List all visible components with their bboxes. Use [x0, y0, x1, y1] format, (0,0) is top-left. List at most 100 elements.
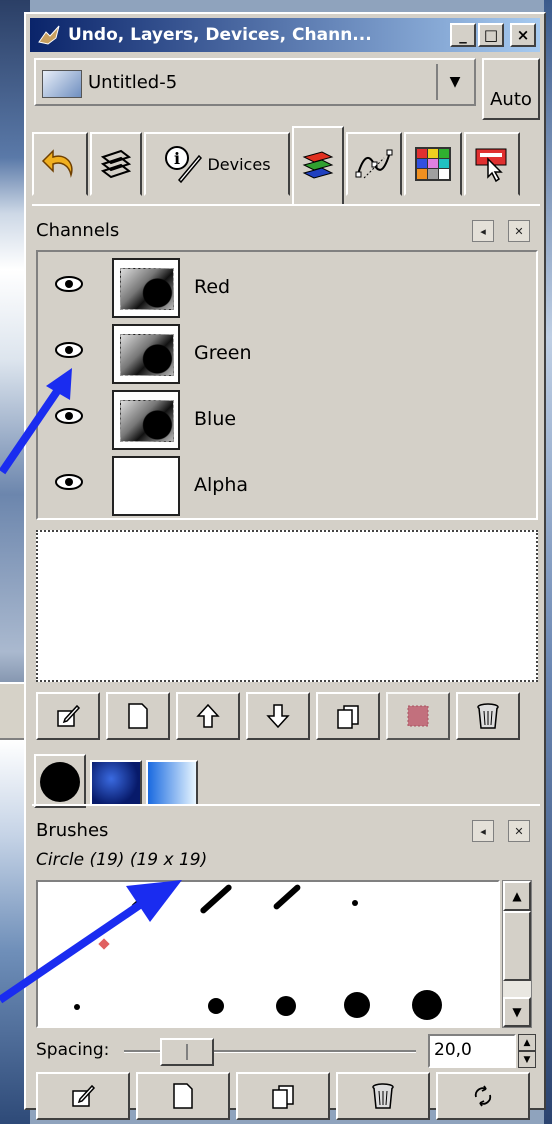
channel-thumbnail [112, 258, 180, 318]
title-bar[interactable]: Undo, Layers, Devices, Chann... _ □ × [30, 18, 540, 52]
channel-thumbnail [112, 456, 180, 516]
refresh-icon [474, 1085, 492, 1107]
visibility-eye-icon[interactable] [54, 274, 84, 294]
lower-channel-button[interactable] [246, 692, 310, 740]
edit-channel-button[interactable] [36, 692, 100, 740]
spin-down-icon[interactable]: ▼ [518, 1051, 536, 1068]
image-selector[interactable]: Untitled-5 ▼ [34, 58, 476, 106]
edit-icon [72, 1084, 96, 1107]
dropdown-arrow-icon[interactable]: ▼ [436, 64, 472, 100]
tab-gradients[interactable] [146, 760, 198, 806]
scrollbar-thumb[interactable] [503, 911, 531, 981]
layers-icon [100, 149, 132, 179]
devices-icon: i [165, 146, 203, 184]
minimize-button[interactable]: _ [450, 23, 476, 47]
brush-item[interactable] [208, 998, 224, 1014]
image-thumbnail [42, 70, 82, 98]
tab-devices-label: Devices [207, 154, 271, 174]
brush-dock-tabs [34, 754, 234, 808]
channels-list: Red Green Blue Alpha [36, 250, 538, 520]
image-selector-value: Untitled-5 [88, 72, 178, 93]
channel-row-green[interactable]: Green [38, 322, 536, 386]
tab-channels[interactable] [292, 126, 344, 204]
channel-row-red[interactable]: Red [38, 256, 536, 320]
tab-palette[interactable] [404, 132, 462, 196]
scroll-up-icon[interactable]: ▲ [503, 881, 531, 911]
brush-scrollbar[interactable]: ▲ ▼ [502, 880, 532, 1028]
tab-patterns[interactable] [90, 760, 142, 806]
svg-text:i: i [174, 149, 180, 168]
duplicate-channel-button[interactable] [316, 692, 380, 740]
tab-brushes[interactable] [34, 754, 86, 808]
channels-panel: Channels ◂ ✕ Red Green Blue Alpha [32, 204, 540, 744]
auto-button[interactable]: Auto [482, 58, 540, 120]
tab-devices[interactable]: i Devices [144, 132, 290, 196]
spacing-label: Spacing: [36, 1040, 110, 1060]
brush-item[interactable] [276, 996, 296, 1016]
tab-layers[interactable] [90, 132, 142, 196]
annotation-arrow-brushes [0, 880, 182, 1004]
raise-channel-button[interactable] [176, 692, 240, 740]
new-brush-button[interactable] [136, 1072, 230, 1120]
window-title: Undo, Layers, Devices, Chann... [68, 25, 372, 45]
to-selection-icon [407, 705, 429, 727]
edit-icon [57, 704, 81, 727]
tab-paths[interactable] [346, 132, 402, 196]
edit-brush-button[interactable] [36, 1072, 130, 1120]
delete-icon [372, 1083, 394, 1109]
channels-title: Channels [36, 220, 120, 241]
lower-icon [266, 704, 290, 729]
paths-icon [355, 149, 393, 179]
undo-icon [41, 149, 73, 178]
duplicate-icon [272, 1085, 294, 1109]
channel-row-alpha[interactable]: Alpha [38, 454, 536, 518]
duplicate-brush-button[interactable] [236, 1072, 330, 1120]
channel-to-selection-button[interactable] [386, 692, 450, 740]
channel-thumbnail [112, 324, 180, 384]
delete-channel-button[interactable] [456, 692, 520, 740]
brush-item[interactable] [412, 990, 442, 1020]
spacing-spinner[interactable]: ▲ ▼ [518, 1034, 536, 1068]
new-icon [128, 703, 148, 729]
brushes-title: Brushes [36, 820, 109, 841]
tab-undo[interactable] [32, 132, 88, 196]
new-icon [173, 1083, 193, 1109]
annotation-arrow-channels [0, 368, 72, 475]
brush-item[interactable] [199, 883, 233, 915]
gimp-wilber-icon [38, 25, 60, 45]
brushes-toolbar [36, 1072, 536, 1122]
spacing-row: Spacing: 20,0 ▲ ▼ [36, 1032, 536, 1070]
new-channel-button[interactable] [106, 692, 170, 740]
delete-icon [477, 703, 499, 729]
brush-item[interactable] [352, 900, 358, 906]
brush-item[interactable] [272, 883, 302, 911]
channel-name: Red [194, 276, 231, 298]
panel-close-icon[interactable]: ✕ [508, 220, 530, 242]
dock-tabs: i Devices [32, 126, 540, 210]
visibility-eye-icon[interactable] [54, 340, 84, 360]
spacing-slider-handle[interactable] [160, 1038, 214, 1066]
palette-grid-icon [415, 147, 451, 181]
panel-menu-icon[interactable]: ◂ [472, 820, 494, 842]
brush-circle-icon [40, 762, 80, 802]
scroll-down-icon[interactable]: ▼ [503, 997, 531, 1027]
channel-name: Green [194, 342, 252, 364]
tab-pointer[interactable] [464, 132, 520, 196]
channel-thumbnail [112, 390, 180, 450]
channels-icon [302, 151, 334, 179]
maximize-button[interactable]: □ [478, 23, 504, 47]
spin-up-icon[interactable]: ▲ [518, 1034, 536, 1051]
brush-item[interactable] [344, 992, 370, 1018]
channel-row-blue[interactable]: Blue [38, 388, 536, 452]
channels-toolbar [36, 692, 538, 742]
spacing-value-input[interactable]: 20,0 [428, 1034, 516, 1068]
pointer-info-icon [475, 148, 507, 183]
refresh-brushes-button[interactable] [436, 1072, 530, 1120]
panel-menu-icon[interactable]: ◂ [472, 220, 494, 242]
layer-channels-area [36, 530, 538, 682]
panel-close-icon[interactable]: ✕ [508, 820, 530, 842]
delete-brush-button[interactable] [336, 1072, 430, 1120]
duplicate-icon [337, 705, 359, 729]
close-button[interactable]: × [510, 23, 536, 47]
channel-name: Blue [194, 408, 237, 430]
